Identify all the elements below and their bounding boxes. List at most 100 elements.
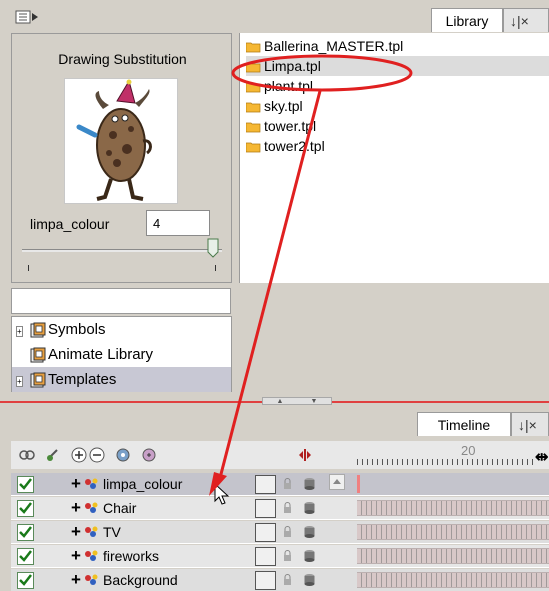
- exposure-cells[interactable]: [357, 548, 549, 564]
- layer-name: Chair: [103, 500, 137, 516]
- exposure-cells[interactable]: [357, 524, 549, 540]
- drawing-layer-icon: [84, 477, 99, 491]
- end-marker-icon: ⇹: [535, 449, 549, 466]
- layer-stack-icon[interactable]: [304, 573, 315, 587]
- layer-color-swatch[interactable]: [255, 571, 276, 590]
- file-item[interactable]: tower2.tpl: [245, 136, 549, 156]
- preview-title: Drawing Substitution: [58, 51, 187, 67]
- layer-name: limpa_colour: [103, 476, 183, 492]
- layer-frames[interactable]: [353, 473, 549, 496]
- file-item[interactable]: plant.tpl: [245, 76, 549, 96]
- tree-label: Symbols: [48, 321, 106, 338]
- layer-color-swatch[interactable]: [255, 523, 276, 542]
- folder-icon: [245, 60, 261, 73]
- layer-stack-icon[interactable]: [304, 477, 315, 491]
- library-icon: [30, 322, 46, 338]
- layer-row[interactable]: + TV: [11, 521, 356, 544]
- panel-menu-icon[interactable]: [14, 8, 40, 26]
- add-layer-icon[interactable]: [71, 447, 87, 463]
- lock-icon[interactable]: [283, 574, 292, 586]
- exposure-cells[interactable]: [357, 500, 549, 516]
- layer-color-swatch[interactable]: [255, 499, 276, 518]
- tree-label: Animate Library: [48, 346, 154, 363]
- slider-tick-min: [28, 265, 29, 271]
- file-name: tower2.tpl: [264, 138, 325, 154]
- layer-expand-icon[interactable]: +: [69, 570, 83, 590]
- layer-name: fireworks: [103, 548, 160, 564]
- layer-props-icon[interactable]: [115, 447, 131, 463]
- lock-icon[interactable]: [283, 478, 292, 490]
- frame-number-label: 20: [461, 443, 476, 458]
- tree-expand-icon[interactable]: +: [16, 376, 23, 387]
- param-slider-thumb[interactable]: [207, 238, 219, 258]
- layer-expand-icon[interactable]: +: [69, 474, 83, 494]
- layer-stack-icon[interactable]: [304, 549, 315, 563]
- file-name: Ballerina_MASTER.tpl: [264, 38, 404, 54]
- library-icon: [30, 347, 46, 363]
- layer-expand-icon[interactable]: +: [69, 522, 83, 542]
- layer-row[interactable]: + limpa_colour: [11, 473, 356, 496]
- tab-library[interactable]: Library: [431, 8, 503, 32]
- layer-row[interactable]: + fireworks: [11, 545, 356, 568]
- param-label: limpa_colour: [30, 216, 110, 232]
- layer-color-swatch[interactable]: [255, 475, 276, 494]
- drawing-layer-icon: [84, 501, 99, 515]
- tree-item[interactable]: + Symbols: [12, 317, 231, 342]
- tree-item[interactable]: + Templates: [12, 367, 231, 392]
- lock-icon[interactable]: [283, 550, 292, 562]
- layer-expand-icon[interactable]: +: [69, 498, 83, 518]
- file-item[interactable]: Limpa.tpl: [245, 56, 549, 76]
- lock-icon[interactable]: [283, 502, 292, 514]
- layer-color-swatch[interactable]: [255, 547, 276, 566]
- library-tree: + Symbols Animate Library + Templates: [11, 316, 232, 392]
- layer-scroll-up-button[interactable]: [329, 474, 345, 490]
- layer-stack-icon[interactable]: [304, 501, 315, 515]
- library-search-input[interactable]: [11, 288, 231, 314]
- layer-row[interactable]: + Background: [11, 569, 356, 591]
- layer-frames[interactable]: [353, 569, 549, 591]
- onion-skin-icon[interactable]: [19, 447, 35, 463]
- remove-layer-icon[interactable]: [89, 447, 105, 463]
- drawing-layer-icon: [84, 573, 99, 587]
- param-slider-track[interactable]: [22, 249, 222, 252]
- folder-icon: [245, 40, 261, 53]
- add-drawing-icon[interactable]: [45, 447, 61, 463]
- layer-visibility-checkbox[interactable]: [17, 499, 34, 517]
- layer-visibility-checkbox[interactable]: [17, 571, 34, 589]
- playhead-drag-icon[interactable]: [297, 447, 313, 463]
- template-file-list: Ballerina_MASTER.tpl Limpa.tpl plant.tpl sk…: [239, 33, 549, 283]
- folder-icon: [245, 120, 261, 133]
- layer-frames[interactable]: [353, 545, 549, 568]
- file-item[interactable]: tower.tpl: [245, 116, 549, 136]
- add-peg-icon[interactable]: [141, 447, 157, 463]
- timeline-ruler[interactable]: 20 ⇹: [353, 441, 549, 469]
- drawing-layer-icon: [84, 525, 99, 539]
- layer-name: TV: [103, 524, 121, 540]
- mouse-cursor-icon: [214, 482, 230, 510]
- layer-frames[interactable]: [353, 521, 549, 544]
- drawing-layer-icon: [84, 549, 99, 563]
- character-thumbnail: [64, 78, 178, 204]
- tree-item[interactable]: Animate Library: [12, 342, 231, 367]
- playhead-marker[interactable]: [357, 475, 360, 493]
- ruler-ticks: [357, 459, 535, 465]
- drawing-substitution-panel: Drawing Substitution limpa_colour 4: [11, 33, 232, 283]
- file-item[interactable]: sky.tpl: [245, 96, 549, 116]
- file-item[interactable]: Ballerina_MASTER.tpl: [245, 36, 549, 56]
- timeline-tab-controls[interactable]: ↓|×: [511, 412, 549, 436]
- param-value-field[interactable]: 4: [146, 210, 210, 236]
- lock-icon[interactable]: [283, 526, 292, 538]
- layer-visibility-checkbox[interactable]: [17, 523, 34, 541]
- tree-expand-icon[interactable]: +: [16, 326, 23, 337]
- panel-splitter-handle[interactable]: ▲ ▼: [262, 397, 332, 405]
- tab-timeline[interactable]: Timeline: [417, 412, 511, 436]
- layer-expand-icon[interactable]: +: [69, 546, 83, 566]
- layer-visibility-checkbox[interactable]: [17, 547, 34, 565]
- layer-row[interactable]: + Chair: [11, 497, 356, 520]
- file-name: tower.tpl: [264, 118, 317, 134]
- exposure-cells[interactable]: [357, 572, 549, 588]
- layer-visibility-checkbox[interactable]: [17, 475, 34, 493]
- layer-frames[interactable]: [353, 497, 549, 520]
- layer-stack-icon[interactable]: [304, 525, 315, 539]
- tab-controls[interactable]: ↓|×: [503, 8, 549, 32]
